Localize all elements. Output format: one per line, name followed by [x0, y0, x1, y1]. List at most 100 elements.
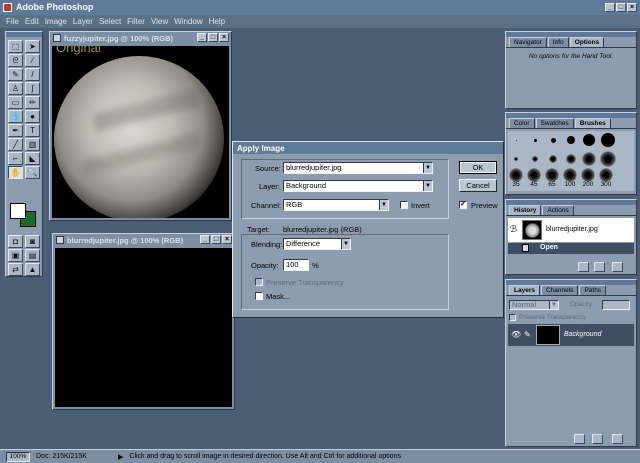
hand-tool-icon[interactable]: ✋ [8, 166, 23, 179]
channel-select[interactable]: RGB ▼ [283, 199, 389, 211]
brush-tip[interactable] [601, 133, 615, 147]
pen-tool-icon[interactable]: ✒ [8, 124, 23, 137]
close-button[interactable]: × [627, 3, 637, 12]
gradient-tool-icon[interactable]: ▥ [25, 138, 40, 151]
minimize-button[interactable]: _ [605, 3, 615, 12]
brush-tip[interactable] [583, 134, 595, 146]
rubber-stamp-tool-icon[interactable]: ♙ [8, 82, 23, 95]
brush-tip[interactable] [567, 136, 575, 144]
brush-tip[interactable] [551, 138, 556, 143]
tab-navigator[interactable]: Navigator [509, 37, 547, 47]
document-title-bar[interactable]: fuzzyjupiter.jpg @ 100% (RGB) _ □ × [50, 32, 231, 44]
brush-tip[interactable] [582, 152, 596, 166]
menu-view[interactable]: View [151, 17, 168, 26]
dodge-tool-icon[interactable]: ● [25, 110, 40, 123]
brush-tip[interactable] [527, 168, 541, 182]
invert-checkbox[interactable] [400, 201, 408, 209]
screen-mode-standard-icon[interactable]: ▣ [8, 249, 23, 262]
brush-tip[interactable] [516, 140, 517, 141]
lasso-tool-icon[interactable]: ᘓ [8, 54, 23, 67]
triangle-right-icon[interactable]: ▶ [118, 453, 123, 461]
jump-to-imageready-icon[interactable]: ⇄ [8, 263, 23, 276]
marquee-tool-icon[interactable]: ⬚ [8, 40, 23, 53]
eraser-tool-icon[interactable]: ▭ [8, 96, 23, 109]
new-layer-button[interactable] [592, 434, 603, 444]
brush-tip[interactable] [545, 168, 559, 182]
doc-maximize-button[interactable]: □ [208, 33, 218, 42]
paint-bucket-tool-icon[interactable]: ◣ [25, 152, 40, 165]
tab-info[interactable]: Info [547, 37, 569, 47]
type-tool-icon[interactable]: T [25, 124, 40, 137]
paintbrush-tool-icon[interactable]: / [25, 68, 40, 81]
history-snapshot-row[interactable]: ℬ blurredjupiter.jpg [508, 218, 634, 242]
zoom-tool-icon[interactable]: 🔍 [25, 166, 40, 179]
brush-tip[interactable] [581, 168, 595, 182]
doc-minimize-button[interactable]: _ [197, 33, 207, 42]
trash-icon[interactable] [612, 262, 623, 272]
add-layer-mask-button[interactable] [574, 434, 585, 444]
preview-checkbox[interactable]: ✓ [459, 201, 467, 209]
preserve-transparency-checkbox[interactable] [255, 278, 263, 286]
menu-window[interactable]: Window [174, 17, 202, 26]
new-document-from-state-button[interactable] [578, 262, 589, 272]
ok-button[interactable]: OK [459, 161, 497, 174]
new-snapshot-button[interactable] [594, 262, 605, 272]
doc-close-button[interactable]: × [222, 235, 232, 244]
source-select[interactable]: blurredjupiter.jpg ▼ [283, 162, 433, 174]
brush-tip[interactable] [532, 156, 538, 162]
layer-select[interactable]: Background ▼ [283, 180, 433, 192]
chevron-down-icon[interactable]: ▼ [423, 181, 432, 191]
jupiter-image-canvas[interactable]: Original [52, 46, 229, 218]
menu-edit[interactable]: Edit [25, 17, 39, 26]
layer-opacity-input[interactable] [602, 300, 630, 310]
menu-help[interactable]: Help [209, 17, 225, 26]
toolbox-header[interactable] [6, 32, 42, 37]
menu-filter[interactable]: Filter [127, 17, 145, 26]
airbrush-tool-icon[interactable]: ✎ [8, 68, 23, 81]
tab-paths[interactable]: Paths [579, 285, 607, 295]
menu-select[interactable]: Select [99, 17, 121, 26]
menu-image[interactable]: Image [45, 17, 67, 26]
screen-mode-fullscreen-icon[interactable]: ▲ [25, 263, 40, 276]
chevron-down-icon[interactable]: ▼ [341, 239, 350, 249]
tab-layers[interactable]: Layers [509, 285, 540, 295]
maximize-button[interactable]: □ [616, 3, 626, 12]
brush-tip[interactable] [600, 151, 616, 167]
menu-file[interactable]: File [6, 17, 19, 26]
zoom-level[interactable]: 100% [6, 451, 30, 462]
blur-tool-icon[interactable]: 💧 [8, 110, 23, 123]
brush-tip[interactable] [563, 168, 577, 182]
menu-layer[interactable]: Layer [73, 17, 93, 26]
blending-select[interactable]: Difference ▼ [283, 238, 351, 250]
foreground-color-swatch[interactable] [10, 203, 26, 219]
history-brush-tool-icon[interactable]: ʃ [25, 82, 40, 95]
blend-mode-select[interactable]: Normal ▼ [509, 300, 559, 310]
opacity-input[interactable]: 100 [283, 259, 309, 271]
tab-color[interactable]: Color [509, 118, 535, 128]
chevron-down-icon[interactable]: ▼ [379, 200, 388, 210]
dialog-title-bar[interactable]: Apply Image [233, 142, 503, 154]
tab-swatches[interactable]: Swatches [535, 118, 574, 128]
eye-icon[interactable]: 👁 [511, 330, 521, 339]
eyedropper-tool-icon[interactable]: ⌐ [8, 152, 23, 165]
cancel-button[interactable]: Cancel [459, 179, 497, 192]
screen-mode-full-icon[interactable]: ▤ [25, 249, 40, 262]
measure-tool-icon[interactable]: ╱ [8, 138, 23, 151]
brush-tip[interactable] [534, 139, 537, 142]
chevron-down-icon[interactable]: ▼ [423, 163, 432, 173]
chevron-down-icon[interactable]: ▼ [549, 301, 558, 309]
trash-icon[interactable] [612, 434, 623, 444]
move-tool-icon[interactable]: ➤ [25, 40, 40, 53]
brush-tip[interactable] [599, 168, 613, 182]
pencil-tool-icon[interactable]: ✏ [25, 96, 40, 109]
brush-tip[interactable] [566, 154, 576, 164]
brush-tip[interactable] [549, 155, 557, 163]
quick-mask-mode-icon[interactable]: ◙ [25, 235, 40, 248]
standard-mode-icon[interactable]: ◘ [8, 235, 23, 248]
tab-brushes[interactable]: Brushes [574, 118, 611, 128]
doc-maximize-button[interactable]: □ [211, 235, 221, 244]
layer-preserve-checkbox[interactable] [509, 314, 516, 321]
doc-size[interactable]: Doc: 215K/215K [36, 453, 112, 460]
doc-minimize-button[interactable]: _ [200, 235, 210, 244]
tab-history[interactable]: History [509, 205, 542, 215]
